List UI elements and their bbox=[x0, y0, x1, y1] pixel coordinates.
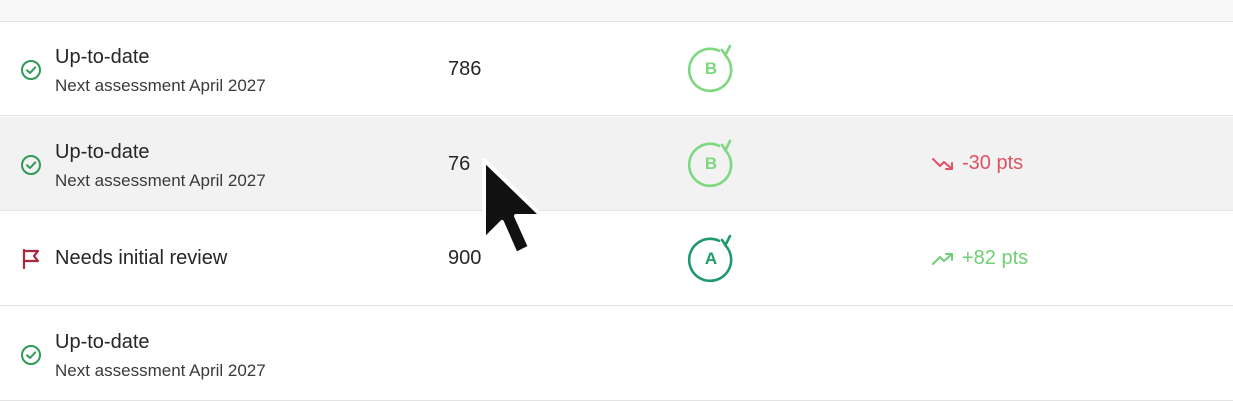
table-row[interactable]: Up-to-date Next assessment April 2027 78… bbox=[0, 22, 1233, 116]
check-circle-icon bbox=[19, 343, 43, 367]
trend-value: +82 pts bbox=[962, 247, 1029, 269]
flag-icon bbox=[19, 247, 43, 271]
table-header-strip bbox=[0, 0, 1233, 22]
trend-up-icon bbox=[932, 252, 953, 265]
check-circle-icon bbox=[19, 153, 43, 177]
status-title: Needs initial review bbox=[55, 247, 228, 269]
status-title: Up-to-date bbox=[55, 46, 150, 68]
status-subtitle: Next assessment April 2027 bbox=[55, 171, 266, 190]
trend-value: -30 pts bbox=[962, 152, 1024, 174]
score-value: 76 bbox=[448, 153, 471, 175]
grade-badge: A bbox=[688, 234, 738, 284]
score-value: 786 bbox=[448, 58, 482, 80]
status-subtitle: Next assessment April 2027 bbox=[55, 361, 266, 380]
table-row[interactable]: Up-to-date Next assessment April 2027 bbox=[0, 307, 1233, 401]
grade-letter: B bbox=[704, 154, 718, 173]
grade-letter: A bbox=[704, 249, 718, 268]
score-value: 900 bbox=[448, 247, 482, 269]
trend-down-icon bbox=[932, 157, 953, 170]
check-circle-icon bbox=[19, 58, 43, 82]
score-trend: -30 pts bbox=[932, 152, 1023, 175]
grade-letter: B bbox=[704, 59, 718, 78]
status-title: Up-to-date bbox=[55, 331, 150, 353]
status-subtitle: Next assessment April 2027 bbox=[55, 76, 266, 95]
table-row[interactable]: Up-to-date Next assessment April 2027 76… bbox=[0, 117, 1233, 211]
grade-badge: B bbox=[688, 44, 738, 94]
status-title: Up-to-date bbox=[55, 141, 150, 163]
grade-badge: B bbox=[688, 139, 738, 189]
table-row[interactable]: Needs initial review 900 A +82 pts bbox=[0, 212, 1233, 306]
score-trend: +82 pts bbox=[932, 247, 1028, 270]
